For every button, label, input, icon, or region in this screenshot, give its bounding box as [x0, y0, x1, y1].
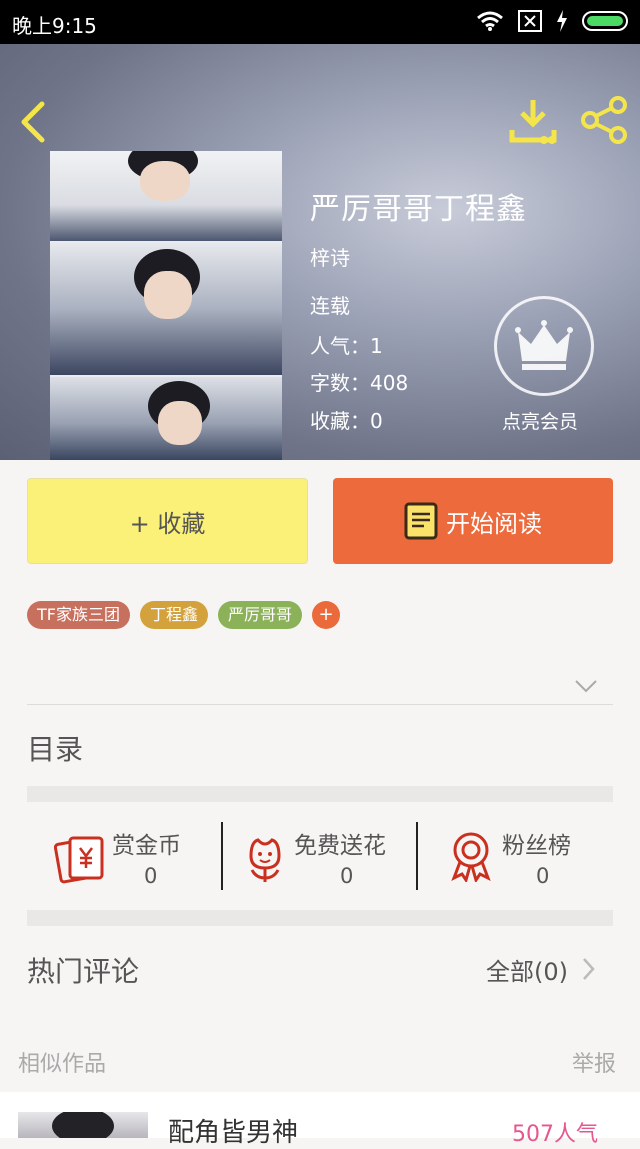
similar-work-item[interactable]: 配角皆男神 507人气: [0, 1092, 640, 1148]
download-icon[interactable]: [508, 96, 558, 146]
chevron-right-icon[interactable]: [581, 957, 595, 981]
start-reading-label: 开始阅读: [446, 509, 542, 538]
hot-comments-title: 热门评论: [27, 955, 140, 988]
fan-ranking-value: 0: [536, 864, 550, 888]
red-envelope-icon: [54, 836, 104, 884]
book-title: 严厉哥哥丁程鑫: [310, 192, 527, 227]
free-flowers-value: 0: [340, 864, 354, 888]
book-icon: [404, 502, 438, 540]
book-header: 严厉哥哥丁程鑫 梓诗 连载 人气：1 字数：408 收藏：0 点亮会员: [0, 44, 640, 460]
report-link[interactable]: 举报: [572, 1046, 616, 1078]
status-icons: [476, 10, 628, 32]
start-reading-button[interactable]: 开始阅读: [333, 478, 613, 564]
tag-tf-family[interactable]: TF家族三团: [27, 601, 130, 629]
similar-work-popularity: 507人气: [512, 1122, 598, 1147]
add-favorite-button[interactable]: + 收藏: [27, 478, 308, 564]
book-popularity: 人气：1: [310, 334, 383, 358]
vip-button[interactable]: [494, 296, 594, 396]
flower-icon: [249, 838, 281, 882]
book-status: 连载: [310, 294, 350, 318]
book-cover[interactable]: [50, 151, 282, 460]
chevron-down-icon[interactable]: [574, 678, 598, 694]
section-separator: [27, 910, 613, 926]
status-bar: 晚上9:15: [0, 0, 640, 44]
similar-works-title: 相似作品: [18, 1052, 107, 1077]
cover-photo-2: [50, 243, 282, 375]
similar-work-title: 配角皆男神: [168, 1118, 299, 1148]
fan-ranking-label: 粉丝榜: [502, 833, 571, 859]
book-word-count: 字数：408: [310, 371, 409, 395]
add-favorite-label: + 收藏: [129, 509, 206, 538]
book-favorites: 收藏：0: [310, 409, 383, 433]
charging-icon: [557, 10, 567, 32]
share-icon[interactable]: [578, 96, 630, 144]
reward-coins-label: 赏金币: [112, 833, 181, 859]
catalog-title[interactable]: 目录: [27, 728, 83, 768]
divider: [27, 704, 613, 705]
stat-divider: [416, 822, 418, 890]
vip-label[interactable]: 点亮会员: [502, 407, 578, 434]
status-time: 晚上9:15: [12, 14, 97, 38]
book-author[interactable]: 梓诗: [310, 242, 350, 271]
all-comments-link[interactable]: 全部(0): [486, 952, 568, 987]
stat-divider: [221, 822, 223, 890]
section-separator: [27, 786, 613, 802]
tag-ding-chengxin[interactable]: 丁程鑫: [139, 601, 208, 629]
back-icon[interactable]: [16, 100, 52, 144]
add-tag-button[interactable]: +: [312, 601, 341, 629]
tag-list: TF家族三团 丁程鑫 严厉哥哥 +: [27, 601, 341, 629]
free-flowers-button[interactable]: 免费送花 0: [240, 818, 416, 898]
cover-photo-1: [50, 151, 282, 241]
reward-coins-value: 0: [144, 864, 158, 888]
fan-ranking-button[interactable]: 粉丝榜 0: [446, 818, 612, 898]
tag-strict-brother[interactable]: 严厉哥哥: [218, 601, 303, 629]
free-flowers-label: 免费送花: [294, 833, 386, 859]
reward-coins-button[interactable]: 赏金币 0: [50, 818, 220, 898]
crown-icon: [515, 320, 573, 370]
medal-icon: [451, 832, 491, 882]
sim-icon: [518, 10, 542, 32]
wifi-icon: [477, 11, 503, 31]
cover-photo-3: [50, 377, 282, 460]
similar-work-cover: [18, 1112, 148, 1138]
battery-icon: [582, 11, 628, 31]
